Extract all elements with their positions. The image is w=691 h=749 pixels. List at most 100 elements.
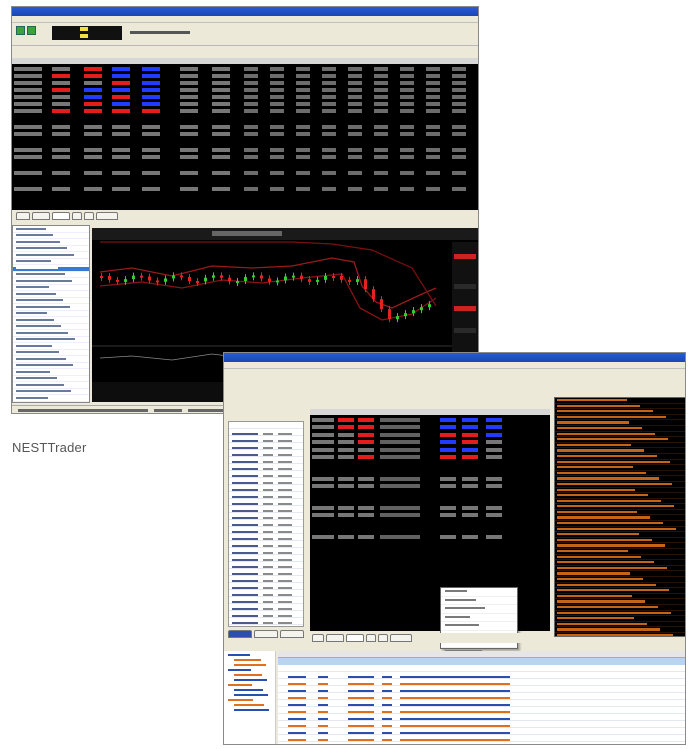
symbol-list-row[interactable] [229, 429, 303, 442]
order-grid-row[interactable] [278, 672, 685, 685]
context-menu-item[interactable] [441, 624, 517, 631]
script-list-item[interactable] [13, 260, 89, 265]
symbol-list-row[interactable] [229, 590, 303, 603]
symbol-list-row[interactable] [229, 520, 303, 533]
bottom-watch-row[interactable] [310, 484, 550, 489]
tab-2[interactable] [32, 212, 50, 220]
watch-row[interactable] [12, 147, 478, 152]
script-list-item[interactable] [13, 390, 89, 395]
tree-node[interactable] [234, 659, 261, 661]
bottom-watch-row[interactable] [310, 505, 550, 510]
script-list-item[interactable] [13, 286, 89, 291]
script-list-item[interactable] [13, 351, 89, 356]
top-menu-bar[interactable] [12, 16, 478, 23]
order-grid-row[interactable] [278, 665, 685, 678]
tree-node[interactable] [228, 654, 250, 656]
symbol-list-row[interactable] [229, 611, 303, 624]
symbol-list-row[interactable] [229, 597, 303, 610]
symbol-list-row[interactable] [229, 513, 303, 526]
watch-row[interactable] [12, 73, 478, 78]
watch-row[interactable] [12, 87, 478, 92]
toolbar-green-icon-2[interactable] [27, 26, 36, 35]
order-grid-row[interactable] [278, 735, 685, 742]
symbol-list-row[interactable] [229, 422, 303, 435]
context-menu-item[interactable] [441, 615, 517, 622]
bottom-watch-row[interactable] [310, 440, 550, 445]
symbol-list-row[interactable] [229, 478, 303, 491]
bottom-watch-row[interactable] [310, 432, 550, 437]
bottom-symbol-list[interactable] [228, 421, 304, 627]
bottom-left-tab-1[interactable] [228, 630, 252, 638]
tab-4[interactable] [72, 212, 82, 220]
script-list-item[interactable] [13, 370, 89, 376]
script-list-item[interactable] [13, 247, 89, 252]
script-list-item[interactable] [13, 253, 89, 259]
script-list-item[interactable] [13, 273, 89, 278]
script-list-item[interactable] [13, 279, 89, 285]
script-list-item[interactable] [13, 227, 89, 233]
order-book-grid[interactable] [278, 651, 685, 744]
bottom-tab-2[interactable] [326, 634, 344, 642]
bottom-watch-row[interactable] [310, 534, 550, 539]
bottom-watch-row[interactable] [310, 425, 550, 430]
script-list-item[interactable] [13, 325, 89, 330]
bottom-watch-row[interactable] [310, 513, 550, 518]
symbol-list-row[interactable] [229, 576, 303, 589]
bottom-tab-5[interactable] [378, 634, 388, 642]
symbol-list-row[interactable] [229, 499, 303, 512]
symbol-list-row[interactable] [229, 450, 303, 463]
order-grid-row[interactable] [278, 707, 685, 720]
watch-row[interactable] [12, 101, 478, 106]
bottom-tree-pane[interactable] [224, 651, 276, 744]
script-list-item[interactable] [13, 234, 89, 239]
bottom-left-tab-2[interactable] [254, 630, 278, 638]
context-menu-item[interactable] [441, 590, 517, 597]
watch-row[interactable] [12, 186, 478, 191]
bottom-tab-1[interactable] [312, 634, 324, 642]
order-grid-row[interactable] [278, 728, 685, 741]
symbol-list-row[interactable] [229, 583, 303, 596]
symbol-list-row[interactable] [229, 555, 303, 568]
symbol-list-row[interactable] [229, 569, 303, 582]
bottom-menu-bar[interactable] [224, 362, 685, 369]
symbol-list-row[interactable] [229, 527, 303, 540]
tab-6[interactable] [96, 212, 118, 220]
top-script-list[interactable] [12, 225, 90, 403]
bottom-left-tab-3[interactable] [280, 630, 304, 638]
order-grid-row[interactable] [278, 721, 685, 734]
script-list-item[interactable] [13, 396, 89, 402]
watch-row[interactable] [12, 66, 478, 71]
toolbar-green-icon[interactable] [16, 26, 25, 35]
symbol-list-row[interactable] [229, 464, 303, 477]
bottom-tab-4[interactable] [366, 634, 376, 642]
script-list-item[interactable] [13, 305, 89, 311]
watch-row[interactable] [12, 115, 478, 120]
symbol-list-row[interactable] [229, 443, 303, 456]
symbol-list-row[interactable] [229, 534, 303, 547]
symbol-list-row[interactable] [229, 485, 303, 498]
script-list-item[interactable] [13, 240, 89, 246]
symbol-list-row[interactable] [229, 618, 303, 625]
script-list-item[interactable] [13, 364, 89, 369]
script-list-item[interactable] [13, 383, 89, 389]
order-grid-selected-row[interactable] [278, 658, 685, 665]
tree-node[interactable] [234, 674, 262, 676]
script-list-item[interactable] [13, 331, 89, 337]
order-grid-row[interactable] [278, 714, 685, 727]
tab-5[interactable] [84, 212, 94, 220]
symbol-list-row[interactable] [229, 471, 303, 484]
tree-node[interactable] [228, 684, 252, 686]
bottom-watch-row[interactable] [310, 476, 550, 481]
bottom-tab-3[interactable] [346, 634, 364, 642]
script-list-item[interactable] [13, 338, 89, 343]
tab-3[interactable] [52, 212, 70, 220]
symbol-list-row[interactable] [229, 457, 303, 470]
watch-row[interactable] [12, 177, 478, 182]
bottom-watch-row[interactable] [310, 417, 550, 422]
symbol-list-row[interactable] [229, 604, 303, 617]
tree-node[interactable] [234, 689, 263, 691]
tree-node[interactable] [228, 699, 253, 701]
script-list-item[interactable] [13, 344, 89, 350]
order-grid-row[interactable] [278, 693, 685, 706]
script-list-item[interactable] [13, 377, 89, 382]
